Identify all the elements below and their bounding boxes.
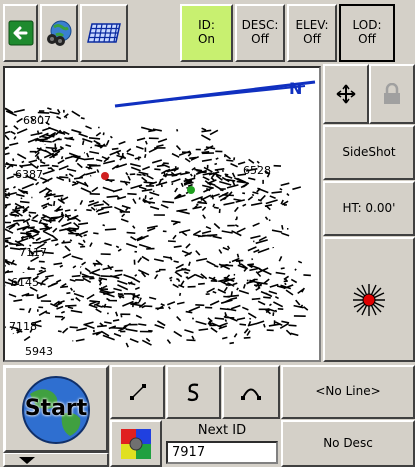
desc-toggle-label: DESC: <box>241 18 279 33</box>
next-id-input[interactable]: 7917 <box>166 441 278 464</box>
dropdown-button[interactable] <box>3 453 109 467</box>
id-toggle-label: ID: <box>198 18 215 33</box>
elev-toggle-button[interactable]: ELEV: Off <box>287 4 337 62</box>
dropdown-arrow-icon <box>19 457 35 464</box>
north-label: N <box>289 79 302 98</box>
height-button[interactable]: HT: 0.00' <box>323 181 415 236</box>
start-button[interactable]: Start <box>3 365 109 453</box>
map-canvas[interactable]: N 6807 6387 6528 7117 6145 5943 7118 <box>5 68 319 360</box>
color-picker-button[interactable] <box>110 420 162 467</box>
lod-toggle-button[interactable]: LOD: Off <box>339 4 395 62</box>
point-label-7: 7118 <box>9 320 37 333</box>
arc-button[interactable] <box>222 365 280 419</box>
line-button[interactable] <box>110 365 165 419</box>
desc-toggle-button[interactable]: DESC: Off <box>235 4 285 62</box>
height-label: HT: 0.00' <box>342 200 396 215</box>
map-view[interactable]: N 6807 6387 6528 7117 6145 5943 7118 <box>3 66 321 362</box>
point-label-5: 6145 <box>11 276 39 289</box>
lock-icon <box>384 83 400 104</box>
map-point-green[interactable] <box>187 186 195 194</box>
zoom-extents-button[interactable] <box>323 64 369 124</box>
curve-button[interactable] <box>166 365 221 419</box>
start-label: Start <box>24 396 88 422</box>
desc-toggle-value: Off <box>251 32 269 46</box>
map-point-red[interactable] <box>101 172 109 180</box>
binoculars-globe-icon <box>47 20 72 46</box>
next-id-label: Next ID <box>197 422 247 438</box>
back-arrow-icon <box>8 20 33 46</box>
lod-toggle-label: LOD: <box>352 18 382 33</box>
description-label: No Desc <box>323 435 373 450</box>
point-label-3: 6528 <box>243 164 271 177</box>
survey-linework <box>5 107 311 348</box>
id-toggle-value: On <box>197 32 216 46</box>
line-type-button[interactable]: <No Line> <box>281 365 415 419</box>
zoom-extents-icon <box>336 84 356 104</box>
crosshair-target-icon <box>353 283 385 316</box>
point-label-2: 6387 <box>15 168 43 181</box>
color-picker-icon <box>121 428 151 459</box>
elev-toggle-label: ELEV: <box>295 18 329 33</box>
grid-button[interactable] <box>80 4 128 62</box>
gps-button[interactable] <box>40 4 78 62</box>
elev-toggle-value: Off <box>303 32 321 46</box>
grid-icon <box>87 23 121 43</box>
arc-icon <box>241 388 261 400</box>
target-button[interactable] <box>323 237 415 362</box>
north-arrow: N <box>114 79 316 108</box>
point-label-4: 7117 <box>19 246 47 259</box>
back-button[interactable] <box>3 4 38 62</box>
description-button[interactable]: No Desc <box>281 420 415 467</box>
sideshot-label: SideShot <box>342 144 396 159</box>
lod-toggle-value: Off <box>358 32 376 46</box>
id-toggle-button[interactable]: ID: On <box>180 4 233 62</box>
point-label-6: 5943 <box>25 345 53 358</box>
s-curve-icon <box>187 383 198 402</box>
line-type-label: <No Line> <box>315 384 381 399</box>
point-label-1: 6807 <box>23 114 51 127</box>
sideshot-button[interactable]: SideShot <box>323 125 415 180</box>
lock-button[interactable] <box>369 64 415 124</box>
line-segment-icon <box>129 384 146 400</box>
